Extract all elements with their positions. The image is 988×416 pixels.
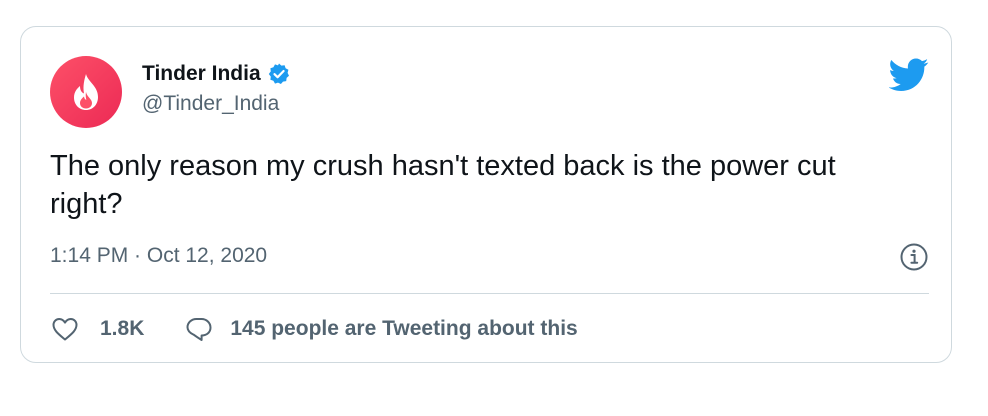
like-count: 1.8K	[100, 317, 145, 340]
like-button[interactable]: 1.8K	[50, 314, 144, 344]
info-icon[interactable]	[899, 242, 929, 272]
display-name[interactable]: Tinder India	[142, 62, 261, 86]
heart-icon	[52, 318, 78, 341]
speech-bubble-icon	[186, 318, 212, 341]
divider	[50, 293, 929, 294]
user-info: Tinder India @Tinder_India	[142, 60, 291, 116]
tweet-header: Tinder India @Tinder_India	[50, 56, 929, 128]
avatar[interactable]	[50, 56, 122, 128]
verified-badge-icon	[267, 62, 291, 86]
timestamp-link[interactable]: 1:14 PM · Oct 12, 2020	[50, 244, 267, 268]
tinder-flame-icon	[74, 74, 98, 110]
tweet-meta: 1:14 PM · Oct 12, 2020	[50, 242, 929, 276]
tweet-card[interactable]: Tinder India @Tinder_India The only reas…	[20, 26, 952, 363]
tweeting-about-text: 145 people are Tweeting about this	[230, 317, 578, 340]
tweeting-about-link[interactable]: 145 people are Tweeting about this	[184, 314, 578, 344]
twitter-bird-icon[interactable]	[888, 58, 929, 92]
display-name-row: Tinder India	[142, 60, 291, 88]
tweet-actions: 1.8K 145 people are Tweeting about this	[50, 312, 578, 346]
tweet-text: The only reason my crush hasn't texted b…	[50, 150, 836, 220]
user-handle[interactable]: @Tinder_India	[142, 92, 291, 116]
